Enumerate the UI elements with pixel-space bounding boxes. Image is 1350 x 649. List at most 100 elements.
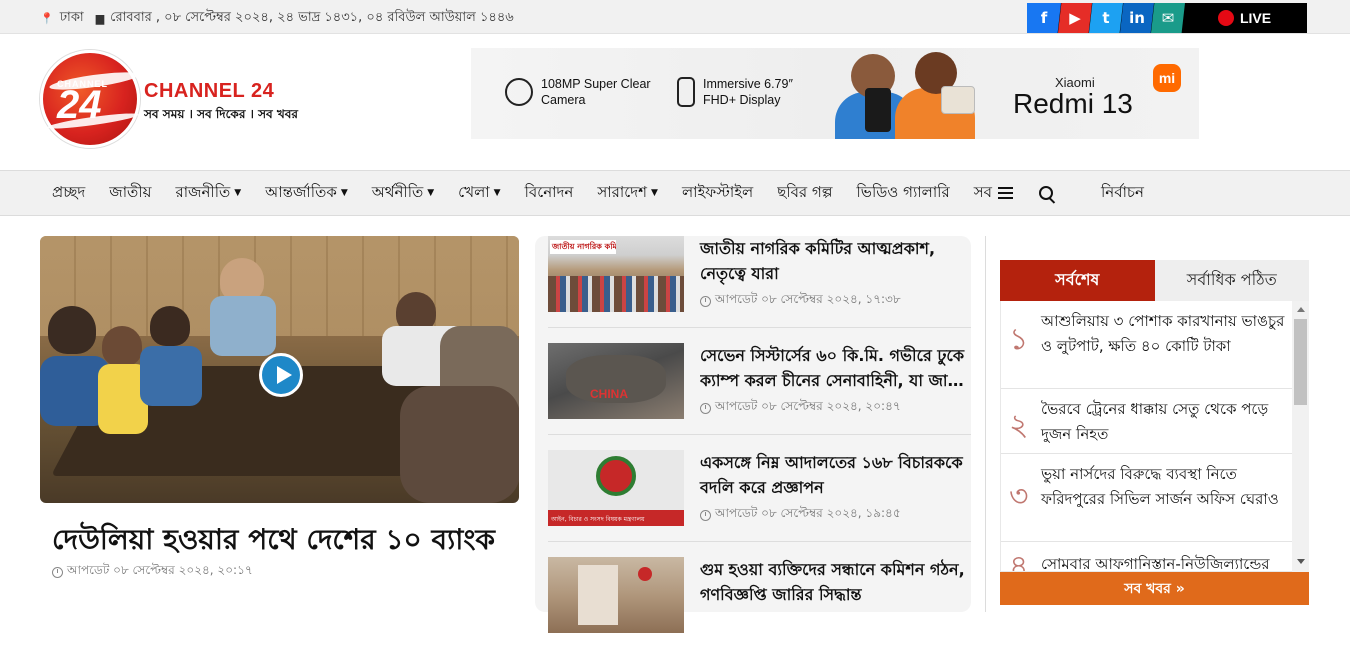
search-button[interactable] bbox=[1037, 186, 1077, 200]
caret-down-icon: ▼ bbox=[651, 188, 658, 198]
logo-number: 24 bbox=[57, 83, 102, 127]
date-text: রোববার , ০৮ সেপ্টেম্বর ২০২৪, ২৪ ভাদ্র ১৪… bbox=[110, 10, 514, 25]
tab-most-read[interactable]: সর্বাধিক পঠিত bbox=[1155, 260, 1310, 301]
live-button[interactable]: LIVE bbox=[1182, 3, 1307, 33]
linkedin-icon[interactable]: in bbox=[1120, 3, 1154, 33]
nav-item[interactable]: লাইফস্টাইল bbox=[682, 181, 753, 206]
menu-icon bbox=[997, 184, 1013, 202]
nav-item[interactable]: সারাদেশ ▼ bbox=[597, 181, 658, 206]
camera-icon bbox=[505, 78, 533, 107]
story-updated: আপডেট ০৮ সেপ্টেম্বর ২০২৪, ১৯:৪৫ bbox=[700, 505, 901, 525]
nav-item-label: অর্থনীতি bbox=[371, 182, 424, 201]
phone-icon bbox=[677, 77, 695, 108]
nav-item-label: বিনোদন bbox=[524, 182, 574, 201]
nav-item-label: ভিডিও গ্যালারি bbox=[856, 182, 950, 201]
caret-down-icon: ▼ bbox=[234, 188, 242, 198]
nav-item-label: রাজনীতি bbox=[175, 182, 231, 201]
brand-name: CHANNEL 24 bbox=[144, 80, 275, 102]
story-updated: আপডেট ০৮ সেপ্টেম্বর ২০২৪, ১৭:৩৮ bbox=[700, 291, 901, 311]
list-item[interactable]: ৪ সোমবার আফগানিস্তান-নিউজিল্যান্ডের bbox=[1001, 542, 1293, 572]
story-title[interactable]: একসঙ্গে নিম্ন আদালতের ১৬৮ বিচারককে বদলি … bbox=[700, 450, 972, 500]
list-item[interactable]: গুম হওয়া ব্যক্তিদের সন্ধানে কমিশন গঠন, … bbox=[548, 557, 971, 649]
ad-model: Redmi 13 bbox=[1013, 88, 1133, 119]
nav-item-label: ছবির গল্প bbox=[777, 182, 833, 201]
caret-down-icon: ▼ bbox=[427, 188, 435, 198]
list-item[interactable]: CHINA সেভেন সিস্টার্সের ৬০ কি.মি. গভীরে … bbox=[548, 343, 972, 435]
item-title[interactable]: ভুয়া নার্সদের বিরুদ্ধে ব্যবস্থা নিতে ফর… bbox=[1041, 462, 1289, 512]
list-item[interactable]: আইন, বিচার ও সংসদ বিষয়ক মন্ত্রণালয় একস… bbox=[548, 450, 971, 542]
youtube-icon[interactable]: ▶ bbox=[1058, 3, 1092, 33]
site-logo[interactable]: CHANNEL 24 CHANNEL 24 সব সময় । সব দিকের… bbox=[40, 48, 340, 150]
top-bar: 📍 ঢাকা ▆ রোববার , ০৮ সেপ্টেম্বর ২০২৪, ২৪… bbox=[0, 0, 1350, 34]
nav-item[interactable]: রাজনীতি ▼ bbox=[175, 181, 241, 206]
list-item[interactable]: ১ আশুলিয়ায় ৩ পোশাক কারখানায় ভাঙচুর ও … bbox=[1001, 301, 1293, 389]
list-item[interactable]: ২ ভৈরবে ট্রেনের ধাক্কায় সেতু থেকে পড়ে … bbox=[1001, 389, 1293, 454]
story-list: জাতীয় নাগরিক কমিটি জাতীয় নাগরিক কমিটির… bbox=[535, 236, 972, 633]
nav-item-label: লাইফস্টাইল bbox=[681, 182, 754, 201]
nav-item[interactable]: ভিডিও গ্যালারি bbox=[857, 181, 950, 206]
ad-models-image bbox=[833, 48, 993, 139]
facebook-icon[interactable]: f bbox=[1027, 3, 1061, 33]
twitter-icon[interactable]: t bbox=[1089, 3, 1123, 33]
tab-latest[interactable]: সর্বশেষ bbox=[1000, 260, 1155, 301]
clock-icon bbox=[700, 402, 711, 414]
story-title[interactable]: গুম হওয়া ব্যক্তিদের সন্ধানে কমিশন গঠন, … bbox=[700, 557, 972, 607]
item-title[interactable]: আশুলিয়ায় ৩ পোশাক কারখানায় ভাঙচুর ও লু… bbox=[1041, 309, 1289, 359]
location-text: ঢাকা bbox=[59, 10, 84, 25]
story-updated: আপডেট ০৮ সেপ্টেম্বর ২০২৪, ২০:৪৭ bbox=[700, 398, 901, 418]
nav-item[interactable]: প্রচ্ছদ bbox=[52, 181, 85, 206]
sidebar-scrollbar[interactable] bbox=[1292, 301, 1309, 572]
calendar-icon: ▆ bbox=[95, 12, 105, 25]
list-item[interactable]: ৩ ভুয়া নার্সদের বিরুদ্ধে ব্যবস্থা নিতে … bbox=[1001, 454, 1293, 542]
scroll-thumb[interactable] bbox=[1294, 319, 1307, 405]
email-icon[interactable]: ✉ bbox=[1151, 3, 1185, 33]
nav-item[interactable]: খেলা ▼ bbox=[458, 181, 500, 206]
story-title[interactable]: জাতীয় নাগরিক কমিটির আত্মপ্রকাশ, নেতৃত্ব… bbox=[700, 236, 972, 286]
scroll-down-icon[interactable] bbox=[1297, 559, 1305, 564]
nav-more-label: সব bbox=[973, 182, 992, 201]
item-number: ৪ bbox=[1009, 549, 1029, 572]
scroll-up-icon[interactable] bbox=[1297, 307, 1305, 312]
ad-feature-display: Immersive 6.79″ FHD+ Display bbox=[677, 76, 793, 109]
sidebar-tabs: সর্বশেষ সর্বাধিক পঠিত bbox=[1000, 260, 1309, 301]
location-pin-icon: 📍 bbox=[40, 12, 54, 25]
logo-disc: CHANNEL 24 bbox=[40, 50, 140, 148]
caret-down-icon: ▼ bbox=[340, 188, 348, 198]
brand-slogan: সব সময় । সব দিকের । সব খবর bbox=[144, 107, 299, 121]
lead-story-title[interactable]: দেউলিয়া হওয়ার পথে দেশের ১০ ব্যাংক bbox=[52, 518, 495, 565]
nav-item-label: খেলা bbox=[458, 182, 490, 201]
ad-feature-camera: 108MP Super Clear Camera bbox=[505, 76, 651, 109]
story-thumbnail bbox=[548, 557, 684, 633]
nav-item[interactable]: জাতীয় bbox=[109, 181, 151, 206]
item-number: ২ bbox=[1009, 408, 1029, 443]
clock-icon bbox=[52, 566, 63, 578]
list-item[interactable]: জাতীয় নাগরিক কমিটি জাতীয় নাগরিক কমিটির… bbox=[548, 236, 971, 328]
nav-more-button[interactable]: সব bbox=[974, 181, 1013, 206]
nav-item[interactable]: আন্তর্জাতিক ▼ bbox=[265, 181, 348, 206]
nav-item[interactable]: ছবির গল্প bbox=[777, 181, 832, 206]
item-number: ১ bbox=[1009, 322, 1029, 357]
all-news-button[interactable]: সব খবর » bbox=[1000, 572, 1309, 605]
clock-icon bbox=[700, 295, 711, 307]
nav-item-label: সারাদেশ bbox=[597, 182, 648, 201]
story-thumbnail: আইন, বিচার ও সংসদ বিষয়ক মন্ত্রণালয় bbox=[548, 450, 684, 526]
video-play-button[interactable] bbox=[259, 353, 303, 397]
story-thumbnail: জাতীয় নাগরিক কমিটি bbox=[548, 236, 684, 312]
nav-item-label: আন্তর্জাতিক bbox=[265, 182, 337, 201]
column-divider bbox=[985, 236, 986, 612]
nav-item[interactable]: বিনোদন bbox=[525, 181, 574, 206]
item-title[interactable]: ভৈরবে ট্রেনের ধাক্কায় সেতু থেকে পড়ে দু… bbox=[1041, 397, 1289, 447]
story-title[interactable]: সেভেন সিস্টার্সের ৬০ কি.মি. গভীরে ঢুকে ক… bbox=[700, 343, 972, 393]
live-dot-icon bbox=[1217, 10, 1234, 26]
social-links: f ▶ t in ✉ LIVE bbox=[1027, 3, 1307, 33]
advertisement-banner[interactable]: 108MP Super Clear Camera Immersive 6.79″ F… bbox=[471, 48, 1199, 139]
main-navigation: প্রচ্ছদ জাতীয় রাজনীতি ▼ আন্তর্জাতিক ▼ অর্থনীত… bbox=[0, 170, 1350, 216]
nav-item-label: জাতীয় bbox=[109, 182, 152, 201]
nav-item[interactable]: অর্থনীতি ▼ bbox=[372, 181, 434, 206]
nav-item-label: প্রচ্ছদ bbox=[52, 182, 86, 201]
search-icon bbox=[1038, 186, 1053, 200]
latest-news-list[interactable]: ১ আশুলিয়ায় ৩ পোশাক কারখানায় ভাঙচুর ও … bbox=[1000, 301, 1309, 572]
item-title[interactable]: সোমবার আফগানিস্তান-নিউজিল্যান্ডের bbox=[1041, 552, 1289, 571]
caret-down-icon: ▼ bbox=[493, 188, 501, 198]
nav-item-election[interactable]: নির্বাচন bbox=[1101, 181, 1144, 206]
